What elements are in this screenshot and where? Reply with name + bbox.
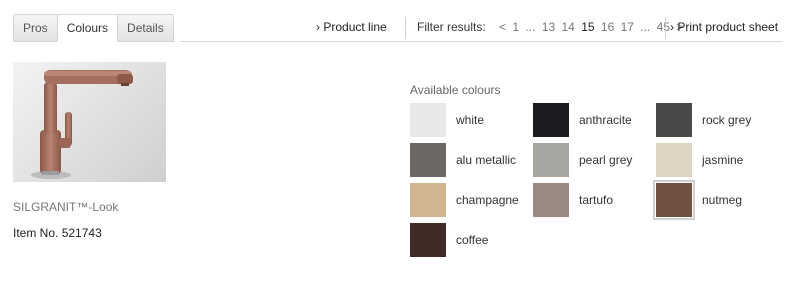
chevron-right-icon: ›	[670, 20, 674, 34]
item-number-label: Item No.	[13, 226, 59, 240]
colour-swatch-jasmine[interactable]	[656, 143, 692, 177]
pager-ellipsis: ...	[640, 20, 651, 34]
tab-colours[interactable]: Colours	[56, 14, 118, 42]
pager-page-current[interactable]: 15	[581, 20, 594, 34]
colour-swatch-pearl-grey[interactable]	[533, 143, 569, 177]
item-number-value: 521743	[61, 226, 102, 240]
product-name: SILGRANIT™-Look	[13, 200, 119, 214]
available-colours-title: Available colours	[410, 83, 501, 97]
colour-swatch-anthracite[interactable]	[533, 103, 569, 137]
colour-label-jasmine: jasmine	[702, 153, 744, 167]
pager-prev[interactable]: <	[499, 20, 506, 34]
colour-swatch-champagne[interactable]	[410, 183, 446, 217]
colour-swatch-tartufo[interactable]	[533, 183, 569, 217]
colour-label-rock-grey: rock grey	[702, 113, 752, 127]
colour-swatch-nutmeg[interactable]	[653, 180, 695, 220]
pager-ellipsis: ...	[525, 20, 536, 34]
pager-page[interactable]: 13	[542, 20, 555, 34]
kitchen-tap-image	[31, 70, 133, 179]
item-number: Item No. 521743	[13, 226, 102, 240]
colour-label-anthracite: anthracite	[579, 113, 632, 127]
pager-page[interactable]: 1	[512, 20, 519, 34]
tab-bar: Pros Colours Details	[13, 14, 174, 42]
print-label: Print product sheet	[677, 20, 779, 34]
pager-page[interactable]: 14	[561, 20, 574, 34]
product-line-link[interactable]: › Product line	[316, 20, 387, 36]
colour-label-alu-metallic: alu metallic	[456, 153, 517, 167]
pager-page[interactable]: 16	[601, 20, 614, 34]
nav-divider	[405, 17, 406, 39]
colour-swatch-coffee[interactable]	[410, 223, 446, 257]
chevron-right-icon: ›	[316, 20, 320, 34]
colour-swatch-white[interactable]	[410, 103, 446, 137]
pager-page[interactable]: 45	[657, 20, 670, 34]
colour-label-champagne: champagne	[456, 193, 519, 207]
tab-divider	[180, 41, 782, 42]
filter-label: Filter results:	[417, 20, 486, 34]
colour-swatch-alu-metallic[interactable]	[410, 143, 446, 177]
print-product-sheet-link[interactable]: › Print product sheet	[670, 20, 778, 36]
colour-label-white: white	[456, 113, 485, 127]
colour-swatch-rock-grey[interactable]	[656, 103, 692, 137]
tab-pros[interactable]: Pros	[13, 14, 57, 42]
product-line-label: Product line	[323, 20, 387, 34]
colour-label-coffee: coffee	[456, 233, 489, 247]
colour-label-nutmeg: nutmeg	[702, 193, 743, 207]
tab-details[interactable]: Details	[117, 14, 174, 42]
pagination: Filter results: < 1 ... 13 14 15 16 17 .…	[417, 20, 686, 36]
product-image	[13, 62, 166, 182]
colour-label-pearl-grey: pearl grey	[579, 153, 633, 167]
colour-label-tartufo: tartufo	[579, 193, 614, 207]
pager-page[interactable]: 17	[621, 20, 634, 34]
nav-divider	[665, 17, 666, 39]
